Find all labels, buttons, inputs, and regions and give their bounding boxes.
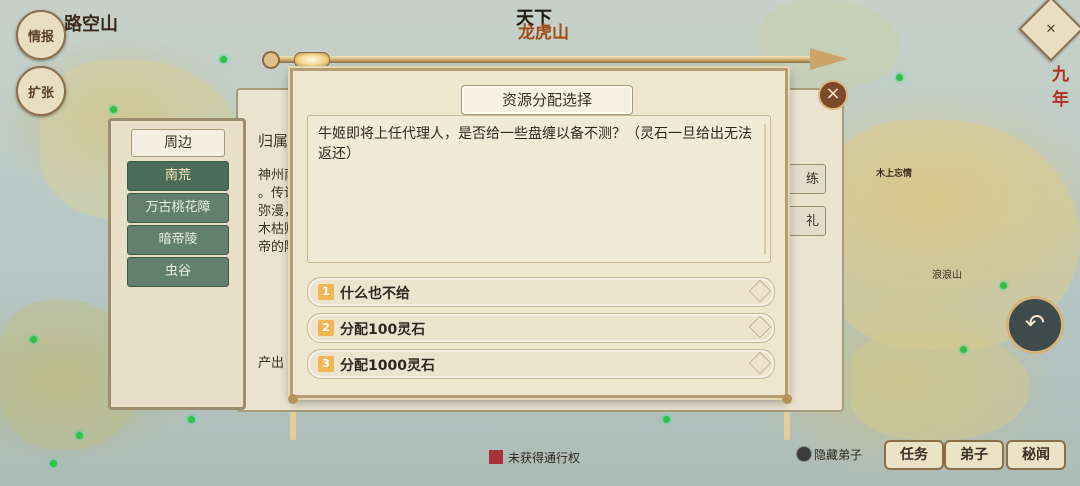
map-label-longhushan[interactable]: 龙虎山	[518, 18, 569, 43]
side-action-button-2[interactable]: 礼	[786, 206, 826, 236]
nearby-item-nanhuang[interactable]: 南荒	[127, 161, 229, 191]
dialog-title: 资源分配选择	[461, 85, 633, 115]
arrow-tip-icon	[810, 48, 848, 70]
pendant-tassel	[290, 412, 296, 440]
rod-bar	[272, 56, 832, 63]
task-button[interactable]: 任务	[884, 440, 944, 470]
pendant-knob	[288, 394, 298, 404]
nearby-item-taohuazhang[interactable]: 万古桃花障	[127, 193, 229, 223]
message-scrollbar[interactable]	[764, 124, 766, 254]
crossed-swords-icon: ✕	[1045, 21, 1057, 37]
option-label: 分配1000灵石	[340, 358, 435, 374]
map-marker[interactable]	[896, 74, 903, 81]
back-button[interactable]: ↶	[1006, 296, 1064, 354]
side-action-label: 练	[805, 172, 819, 187]
diamond-ornament-icon	[748, 315, 772, 339]
map-marker[interactable]	[663, 416, 670, 423]
pendant-knob	[782, 394, 792, 404]
pendant-tassel	[784, 412, 790, 440]
tassel-pendant-left	[288, 394, 298, 450]
nearby-item-andiling[interactable]: 暗帝陵	[127, 225, 229, 255]
map-marker[interactable]	[110, 106, 117, 113]
option-give-100[interactable]: 2 分配100灵石	[307, 313, 775, 343]
no-pass-legend-swatch	[489, 450, 503, 464]
map-region	[850, 330, 1030, 440]
map-marker[interactable]	[30, 336, 37, 343]
secret-button[interactable]: 秘闻	[1006, 440, 1066, 470]
expand-button[interactable]: 扩张	[16, 66, 66, 116]
dialog-close-button[interactable]: ×	[818, 80, 848, 110]
rod-cap	[262, 51, 280, 69]
map-marker[interactable]	[220, 56, 227, 63]
no-pass-legend-text: 未获得通行权	[508, 451, 581, 465]
option-number-badge: 2	[318, 320, 334, 336]
resource-allocation-dialog: 资源分配选择 牛姬即将上任代理人，是否给一些盘缠以备不测？（灵石一旦给出无法返还…	[290, 68, 788, 398]
tassel-pendant-right	[782, 394, 792, 450]
side-action-label: 礼	[805, 214, 819, 229]
map-label-jiunian[interactable]: 九年	[1052, 60, 1080, 110]
option-number-badge: 1	[318, 284, 334, 300]
rod-orb	[294, 52, 330, 68]
map-label-langlangshan[interactable]: 浪浪山	[932, 266, 962, 281]
expand-label: 扩张	[27, 85, 54, 101]
diamond-ornament-icon	[748, 351, 772, 375]
dialog-message-box: 牛姬即将上任代理人，是否给一些盘缠以备不测？（灵石一旦给出无法返还）	[307, 115, 771, 263]
map-marker[interactable]	[1000, 282, 1007, 289]
dialog-message: 牛姬即将上任代理人，是否给一些盘缠以备不测？（灵石一旦给出无法返还）	[318, 126, 752, 162]
nearby-item-chonggu[interactable]: 虫谷	[127, 257, 229, 287]
map-marker[interactable]	[50, 460, 57, 467]
option-number-badge: 3	[318, 356, 334, 372]
option-label: 分配100灵石	[340, 322, 426, 338]
scroll-rod-decoration	[262, 48, 852, 70]
intel-label: 情报	[27, 29, 54, 45]
map-label-shangren[interactable]: 木上忘情	[876, 166, 912, 179]
hide-disciples-label: 隐藏弟子	[814, 448, 863, 462]
side-action-button-1[interactable]: 练	[786, 164, 826, 194]
disciple-button[interactable]: 弟子	[944, 440, 1004, 470]
return-arrow-icon: ↶	[1024, 309, 1046, 337]
map-marker[interactable]	[960, 346, 967, 353]
option-label: 什么也不给	[340, 286, 410, 302]
map-marker[interactable]	[76, 432, 83, 439]
section-label-belong: 归属	[258, 132, 289, 150]
map-marker[interactable]	[188, 416, 195, 423]
nearby-title: 周边	[131, 129, 225, 157]
nearby-panel: 周边 南荒 万古桃花障 暗帝陵 虫谷	[108, 118, 246, 410]
option-give-1000[interactable]: 3 分配1000灵石	[307, 349, 775, 379]
output-label: 产出	[258, 356, 285, 371]
map-label-luokongshan[interactable]: 路空山	[64, 10, 118, 36]
intel-button[interactable]: 情报	[16, 10, 66, 60]
option-give-nothing[interactable]: 1 什么也不给	[307, 277, 775, 307]
close-icon: ×	[825, 83, 841, 104]
hide-disciples-toggle[interactable]	[796, 446, 812, 462]
diamond-ornament-icon	[748, 279, 772, 303]
